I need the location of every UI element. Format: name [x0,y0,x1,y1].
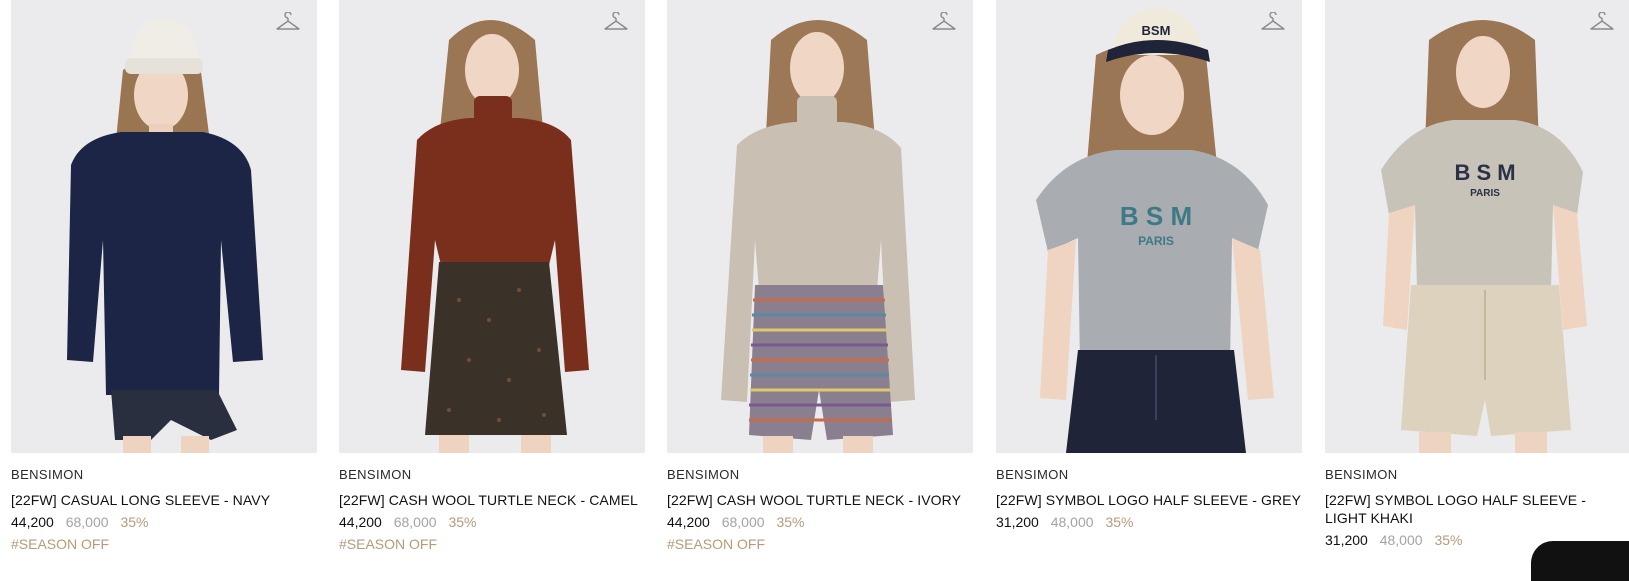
season-tag[interactable]: #SEASON OFF [11,535,317,553]
product-card[interactable]: B S M PARIS BENSIMON [22FW] SYMBOL LOGO … [1325,0,1629,549]
shirt-logo: B S M [1454,160,1515,185]
price-row: 44,200 68,000 35% [11,513,317,531]
discount-rate: 35% [448,514,477,530]
product-card[interactable]: BENSIMON [22FW] CASH WOOL TURTLE NECK - … [667,0,973,553]
sale-price: 44,200 [339,514,382,530]
brand-name: BENSIMON [11,467,84,482]
season-tag[interactable]: #SEASON OFF [667,535,973,553]
brand-name: BENSIMON [996,467,1069,482]
product-title[interactable]: [22FW] CASH WOOL TURTLE NECK - CAMEL [339,491,645,509]
product-image[interactable] [339,0,645,453]
sale-price: 31,200 [996,514,1039,530]
model-photo [339,0,645,453]
product-image[interactable]: B S M PARIS [1325,0,1629,453]
hanger-icon[interactable] [1260,12,1286,34]
sale-price: 44,200 [11,514,54,530]
price-row: 31,200 48,000 35% [996,513,1302,531]
sale-price: 44,200 [667,514,710,530]
product-card[interactable]: BSM B S M PARIS BENSIMON [22FW] SYMBOL L… [996,0,1302,531]
model-photo: B S M PARIS [1325,0,1629,453]
product-image[interactable] [667,0,973,453]
product-title[interactable]: [22FW] CASUAL LONG SLEEVE - NAVY [11,491,317,509]
product-title[interactable]: [22FW] SYMBOL LOGO HALF SLEEVE - GREY [996,491,1302,509]
product-card[interactable]: BENSIMON [22FW] CASH WOOL TURTLE NECK - … [339,0,645,553]
hanger-icon[interactable] [275,12,301,34]
season-tag[interactable]: #SEASON OFF [339,535,645,553]
original-price: 68,000 [721,514,765,530]
shirt-logo-sub: PARIS [1138,234,1174,248]
original-price: 68,000 [393,514,437,530]
shirt-logo: B S M [1120,201,1192,231]
product-card[interactable]: BENSIMON [22FW] CASUAL LONG SLEEVE - NAV… [11,0,317,553]
discount-rate: 35% [1105,514,1134,530]
model-photo: BSM B S M PARIS [996,0,1302,453]
price-row: 44,200 68,000 35% [339,513,645,531]
sale-price: 31,200 [1325,532,1368,548]
original-price: 48,000 [1379,532,1423,548]
model-photo [667,0,973,453]
original-price: 68,000 [65,514,109,530]
cap-logo: BSM [1142,23,1171,38]
product-image[interactable] [11,0,317,453]
hanger-icon[interactable] [603,12,629,34]
brand-name: BENSIMON [1325,467,1398,482]
product-grid: BENSIMON [22FW] CASUAL LONG SLEEVE - NAV… [11,0,1629,554]
brand-name: BENSIMON [339,467,412,482]
discount-rate: 35% [120,514,149,530]
product-image[interactable]: BSM B S M PARIS [996,0,1302,453]
product-title[interactable]: [22FW] CASH WOOL TURTLE NECK - IVORY [667,491,973,509]
original-price: 48,000 [1050,514,1094,530]
discount-rate: 35% [1434,532,1463,548]
floating-action-button[interactable] [1531,541,1629,581]
discount-rate: 35% [776,514,805,530]
model-photo [11,0,317,453]
hanger-icon[interactable] [1589,12,1615,34]
price-row: 44,200 68,000 35% [667,513,973,531]
shirt-logo-sub: PARIS [1470,188,1500,199]
hanger-icon[interactable] [931,12,957,34]
product-title[interactable]: [22FW] SYMBOL LOGO HALF SLEEVE - LIGHT K… [1325,491,1629,527]
brand-name: BENSIMON [667,467,740,482]
